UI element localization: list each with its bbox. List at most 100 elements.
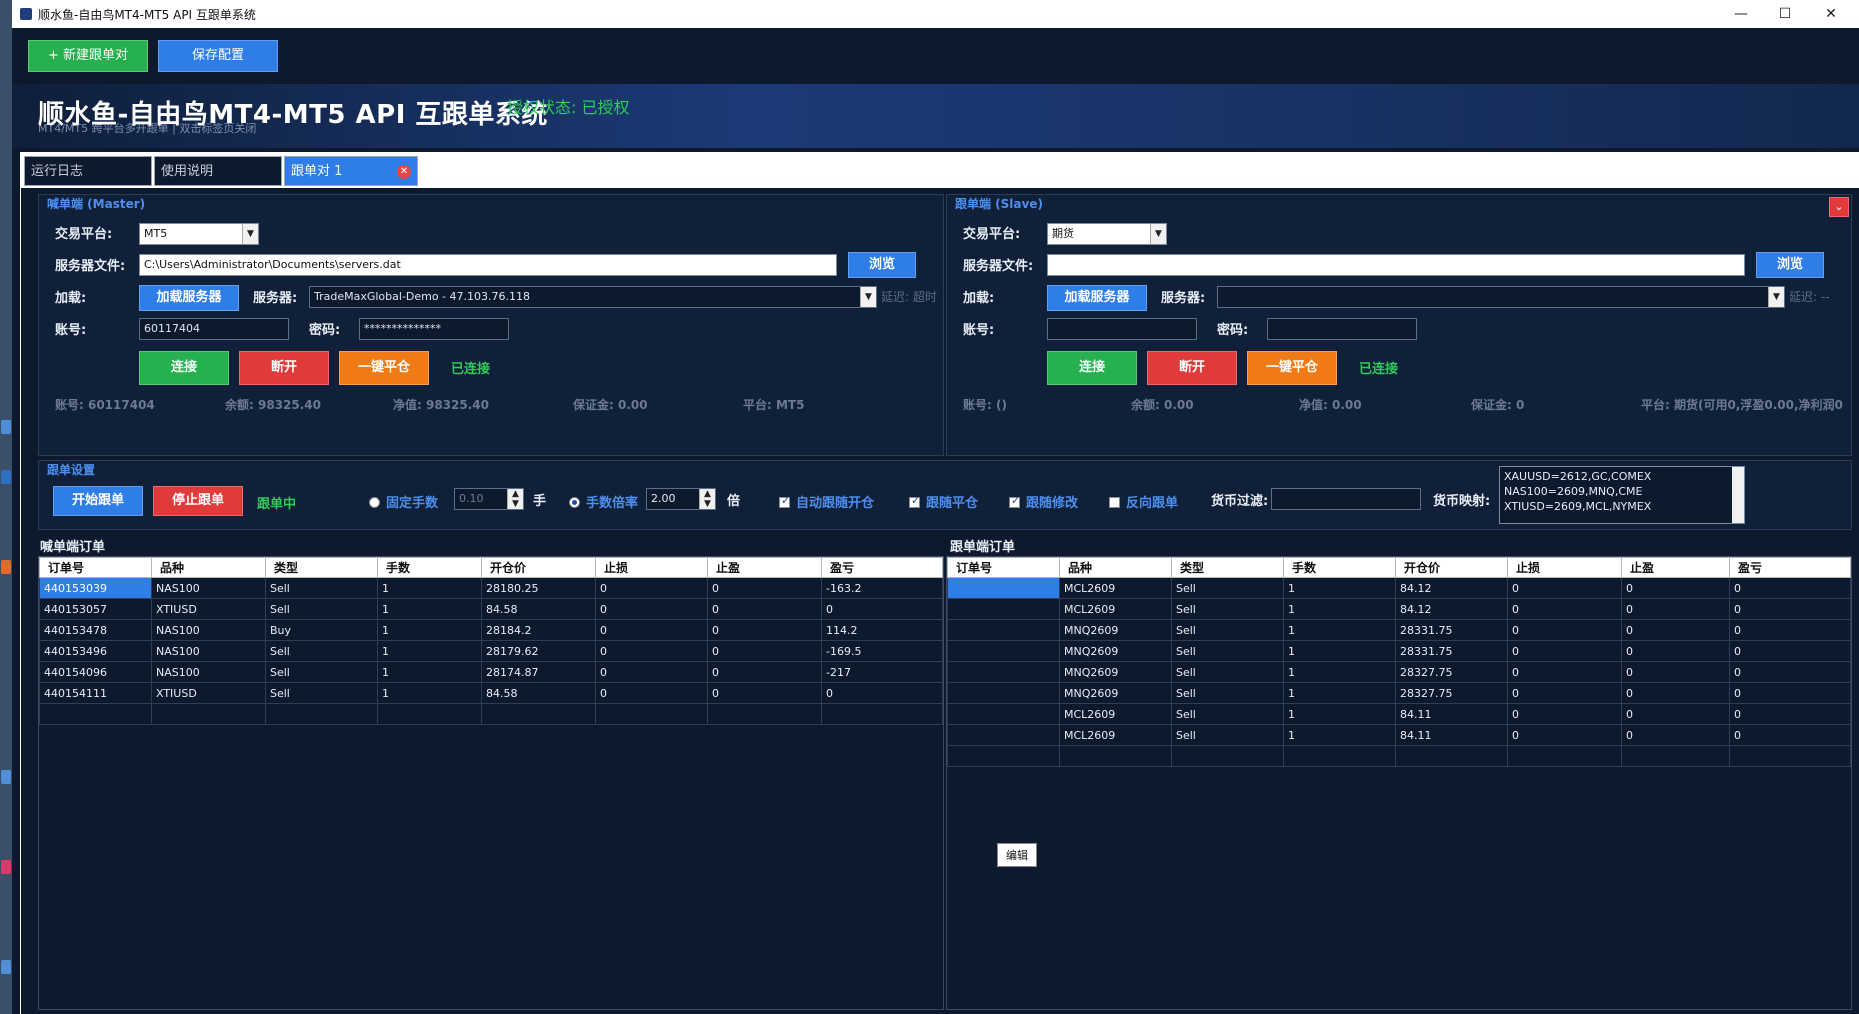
table-cell[interactable]: 0	[1507, 703, 1622, 725]
table-cell[interactable]: 0	[707, 640, 822, 662]
master-load-servers-button[interactable]: 加载服务器	[139, 285, 239, 311]
fixed-lots-radio[interactable]: 固定手数	[369, 492, 438, 511]
save-config-button[interactable]: 保存配置	[158, 40, 278, 72]
slave-server-file-input[interactable]	[1047, 254, 1745, 276]
column-header[interactable]: 类型	[265, 557, 378, 578]
master-browse-button[interactable]: 浏览	[848, 252, 916, 278]
table-cell[interactable]: 0	[595, 661, 708, 683]
table-cell[interactable]	[1507, 745, 1622, 767]
table-cell[interactable]: MCL2609	[1059, 703, 1172, 725]
table-cell[interactable]: 0	[1621, 703, 1730, 725]
table-cell[interactable]	[1395, 745, 1508, 767]
table-cell[interactable]: MNQ2609	[1059, 682, 1172, 704]
fixed-lots-stepper[interactable]: 0.10 ▲ ▼	[454, 488, 524, 510]
table-cell[interactable]	[1059, 745, 1172, 767]
table-cell[interactable]: 1	[1283, 640, 1396, 662]
scrollbar[interactable]	[1732, 467, 1744, 523]
table-cell[interactable]: 0	[1621, 661, 1730, 683]
table-cell[interactable]: 1	[1283, 577, 1396, 599]
table-cell[interactable]	[1621, 745, 1730, 767]
table-row[interactable]: MCL2609 Sell 1 84.12 0 0 0	[947, 577, 1851, 599]
table-cell[interactable]: 0	[1507, 598, 1622, 620]
table-cell[interactable]	[481, 703, 596, 725]
table-cell[interactable]: 0	[1729, 577, 1851, 599]
table-cell[interactable]	[821, 703, 943, 725]
table-cell[interactable]: -217	[821, 661, 943, 683]
slave-load-servers-button[interactable]: 加载服务器	[1047, 285, 1147, 311]
master-platform-select[interactable]: MT5 ▼	[139, 223, 259, 245]
table-cell[interactable]: MCL2609	[1059, 724, 1172, 746]
table-cell[interactable]: 0	[1729, 598, 1851, 620]
collapse-icon[interactable]: ⌄	[1829, 197, 1849, 217]
table-cell[interactable]	[947, 661, 1060, 683]
table-cell[interactable]: 84.11	[1395, 703, 1508, 725]
table-cell[interactable]	[947, 577, 1060, 599]
table-row[interactable]: MCL2609 Sell 1 84.12 0 0 0	[947, 598, 1851, 620]
table-cell[interactable]: 0	[1507, 619, 1622, 641]
slave-password-input[interactable]	[1267, 318, 1417, 340]
master-server-file-input[interactable]: C:\Users\Administrator\Documents\servers…	[139, 254, 837, 276]
column-header[interactable]: 订单号	[947, 557, 1060, 578]
table-cell[interactable]: Sell	[265, 577, 378, 599]
table-cell[interactable]	[707, 703, 822, 725]
table-cell[interactable]: NAS100	[151, 661, 266, 683]
table-cell[interactable]: 0	[1621, 577, 1730, 599]
desktop-icon[interactable]	[1, 470, 11, 484]
table-cell[interactable]: 84.11	[1395, 724, 1508, 746]
column-header[interactable]: 开仓价	[1395, 557, 1508, 578]
lot-ratio-stepper[interactable]: 2.00 ▲ ▼	[646, 488, 716, 510]
table-cell[interactable]: 84.58	[481, 682, 596, 704]
table-cell[interactable]: XTIUSD	[151, 598, 266, 620]
table-row[interactable]: 440153496 NAS100 Sell 1 28179.62 0 0 -169.5	[39, 640, 943, 662]
table-row[interactable]: MNQ2609 Sell 1 28331.75 0 0 0	[947, 640, 1851, 662]
table-cell[interactable]	[947, 640, 1060, 662]
table-cell[interactable]: 1	[1283, 682, 1396, 704]
slave-close-all-button[interactable]: 一键平仓	[1247, 351, 1337, 385]
table-cell[interactable]: 0	[707, 661, 822, 683]
table-cell[interactable]: -169.5	[821, 640, 943, 662]
slave-browse-button[interactable]: 浏览	[1756, 252, 1824, 278]
column-header[interactable]: 止损	[1507, 557, 1622, 578]
currency-map-textarea[interactable]: XAUUSD=2612,GC,COMEX NAS100=2609,MNQ,CME…	[1499, 466, 1745, 524]
table-cell[interactable]	[595, 703, 708, 725]
column-header[interactable]: 品种	[151, 557, 266, 578]
table-cell[interactable]: 0	[1729, 640, 1851, 662]
table-cell[interactable]: 28331.75	[1395, 619, 1508, 641]
new-pair-button[interactable]: + 新建跟单对	[28, 40, 148, 72]
slave-server-select[interactable]: ▼	[1217, 286, 1785, 308]
table-cell[interactable]: 1	[377, 640, 482, 662]
tab-pair-1[interactable]: 跟单对 1 ✕	[284, 156, 418, 186]
table-cell[interactable]	[947, 724, 1060, 746]
table-cell[interactable]: XTIUSD	[151, 682, 266, 704]
master-disconnect-button[interactable]: 断开	[239, 351, 329, 385]
table-cell[interactable]: Sell	[1171, 661, 1284, 683]
table-cell[interactable]: 1	[377, 598, 482, 620]
master-password-input[interactable]: **************	[359, 318, 509, 340]
table-row[interactable]: MCL2609 Sell 1 84.11 0 0 0	[947, 724, 1851, 746]
table-cell[interactable]: Sell	[1171, 640, 1284, 662]
master-connect-button[interactable]: 连接	[139, 351, 229, 385]
table-cell[interactable]: Sell	[265, 682, 378, 704]
slave-disconnect-button[interactable]: 断开	[1147, 351, 1237, 385]
table-cell[interactable]	[39, 703, 152, 725]
table-cell[interactable]: 1	[377, 661, 482, 683]
master-orders-table[interactable]: 订单号 品种 类型 手数 开仓价 止损 止盈 盈亏 440153039 NAS100 Sell 1 2…	[38, 556, 944, 1010]
table-cell[interactable]: 0	[821, 682, 943, 704]
table-row[interactable]: 440153478 NAS100 Buy 1 28184.2 0 0 114.2	[39, 619, 943, 641]
table-cell[interactable]	[947, 682, 1060, 704]
table-cell[interactable]: MNQ2609	[1059, 661, 1172, 683]
table-cell[interactable]: 1	[1283, 598, 1396, 620]
table-cell[interactable]: Sell	[1171, 577, 1284, 599]
close-button[interactable]: ✕	[1809, 0, 1853, 28]
table-row[interactable]: 440154111 XTIUSD Sell 1 84.58 0 0 0	[39, 682, 943, 704]
table-cell[interactable]: 440154111	[39, 682, 152, 704]
table-cell[interactable]: 28327.75	[1395, 661, 1508, 683]
table-cell[interactable]: 1	[377, 682, 482, 704]
tab-run-log[interactable]: 运行日志	[24, 156, 152, 186]
auto-follow-checkbox[interactable]: 自动跟随开仓	[779, 492, 874, 511]
table-cell[interactable]	[1171, 745, 1284, 767]
table-cell[interactable]: 0	[595, 619, 708, 641]
column-header[interactable]: 盈亏	[821, 557, 943, 578]
table-cell[interactable]	[377, 703, 482, 725]
column-header[interactable]: 订单号	[39, 557, 152, 578]
